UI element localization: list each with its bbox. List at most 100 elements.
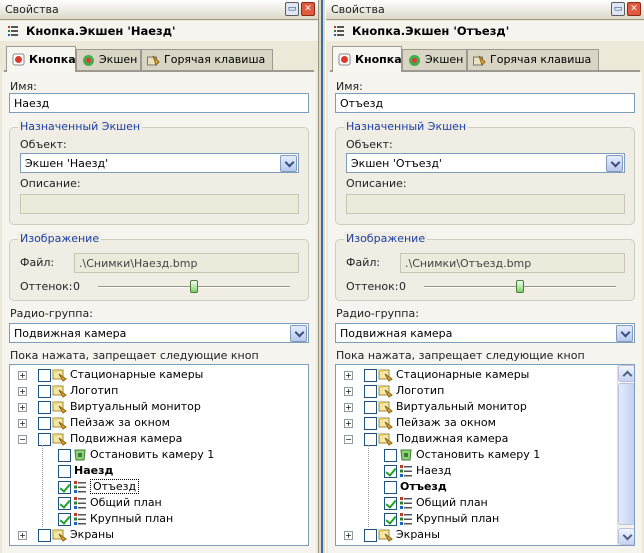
tree-item-checkbox[interactable] xyxy=(364,369,377,382)
tree-item-checkbox[interactable] xyxy=(364,433,377,446)
tree-item[interactable]: + Виртуальный монитор xyxy=(10,399,308,415)
tree-item-checkbox[interactable] xyxy=(38,385,51,398)
tree-item[interactable]: − Подвижная камера xyxy=(336,431,634,447)
pin-icon[interactable]: ▭ xyxy=(611,2,625,16)
expand-icon[interactable]: + xyxy=(344,387,353,396)
tree-item[interactable]: Остановить камеру 1 xyxy=(10,447,308,463)
radio-group-select[interactable]: Подвижная камера xyxy=(335,323,635,343)
tree-item-checkbox[interactable] xyxy=(384,497,397,510)
chevron-down-icon[interactable] xyxy=(280,155,297,172)
tree-item[interactable]: + Экраны xyxy=(10,527,308,543)
name-input[interactable]: Наезд xyxy=(9,93,309,113)
tree-item[interactable]: Крупный план xyxy=(336,511,634,527)
tree-item[interactable]: + Виртуальный монитор xyxy=(336,399,634,415)
tint-slider-thumb[interactable] xyxy=(516,280,524,293)
list-icon xyxy=(72,512,88,526)
tree-item[interactable]: Общий план xyxy=(336,495,634,511)
tab-hotkey-label: Горячая клавиша xyxy=(164,53,266,66)
expand-icon[interactable]: + xyxy=(18,371,27,380)
expand-icon[interactable]: + xyxy=(18,387,27,396)
tint-label: Оттенок: xyxy=(346,280,399,293)
tree-item-checkbox[interactable] xyxy=(38,529,51,542)
scroll-up-icon[interactable] xyxy=(618,365,634,382)
object-select[interactable]: Экшен 'Отъезд' xyxy=(346,153,625,173)
tree-item-checkbox[interactable] xyxy=(38,401,51,414)
tree-item-checkbox[interactable] xyxy=(38,417,51,430)
pin-icon[interactable]: ▭ xyxy=(285,2,299,16)
tab-action[interactable]: Экшен xyxy=(76,49,141,71)
tree-item-checkbox[interactable] xyxy=(384,513,397,526)
tint-slider-thumb[interactable] xyxy=(190,280,198,293)
tree-item[interactable]: Отъезд xyxy=(336,479,634,495)
expand-icon[interactable]: + xyxy=(18,403,27,412)
name-input[interactable]: Отъезд xyxy=(335,93,635,113)
tree-item[interactable]: + Экраны xyxy=(336,527,634,543)
tree-item[interactable]: − Подвижная камера xyxy=(10,431,308,447)
chevron-down-icon[interactable] xyxy=(616,325,633,342)
tab-action[interactable]: Экшен xyxy=(402,49,467,71)
expand-icon[interactable]: + xyxy=(344,403,353,412)
tree-item[interactable]: + Логотип xyxy=(10,383,308,399)
tree-item[interactable]: + Стационарные камеры xyxy=(10,367,308,383)
tree-item[interactable]: Отъезд xyxy=(10,479,308,495)
pane-splitter[interactable] xyxy=(318,0,326,553)
tree-item-checkbox[interactable] xyxy=(364,401,377,414)
tree-item-checkbox[interactable] xyxy=(38,433,51,446)
tree-item[interactable]: Общий план xyxy=(10,495,308,511)
scroll-thumb[interactable] xyxy=(618,383,634,525)
tree-item-checkbox[interactable] xyxy=(364,417,377,430)
expand-icon[interactable]: + xyxy=(344,371,353,380)
collapse-icon[interactable]: − xyxy=(18,435,27,444)
close-icon[interactable]: ✕ xyxy=(627,2,641,16)
tree-item-checkbox[interactable] xyxy=(364,529,377,542)
expand-icon[interactable]: + xyxy=(344,531,353,540)
tree-item-checkbox[interactable] xyxy=(58,465,71,478)
forbidden-buttons-tree[interactable]: + Стационарные камеры + Логотип + Виртуальный… xyxy=(9,364,309,546)
tree-item-label: Виртуальный монитор xyxy=(396,400,527,413)
tab-button[interactable]: Кнопка xyxy=(6,46,76,72)
tree-item-checkbox[interactable] xyxy=(384,465,397,478)
tree-item-checkbox[interactable] xyxy=(364,385,377,398)
tab-hotkey[interactable]: Горячая клавиша xyxy=(467,49,599,71)
tab-button[interactable]: Кнопка xyxy=(332,46,402,72)
folder-camera-icon xyxy=(378,432,394,446)
properties-list-icon xyxy=(8,26,18,36)
object-select[interactable]: Экшен 'Наезд' xyxy=(20,153,299,173)
object-select-value: Экшен 'Наезд' xyxy=(25,157,109,170)
tree-item-label: Наезд xyxy=(74,464,114,477)
properties-pane-right: Свойства ▭ ✕ Кнопка.Экшен 'Отъезд' Кнопк… xyxy=(326,0,644,553)
expand-icon[interactable]: + xyxy=(18,419,27,428)
scroll-down-icon[interactable] xyxy=(618,528,634,545)
tree-item[interactable]: Крупный план xyxy=(10,511,308,527)
chevron-down-icon[interactable] xyxy=(290,325,307,342)
tree-guide-line xyxy=(42,445,43,527)
object-header: Кнопка.Экшен 'Отъезд' xyxy=(326,21,644,41)
radio-group-select[interactable]: Подвижная камера xyxy=(9,323,309,343)
tree-scrollbar[interactable] xyxy=(617,365,634,545)
tree-item[interactable]: + Стационарные камеры xyxy=(336,367,634,383)
tree-item-label: Крупный план xyxy=(416,512,500,525)
expand-icon[interactable]: + xyxy=(344,419,353,428)
tree-item[interactable]: Наезд xyxy=(10,463,308,479)
tree-item-checkbox[interactable] xyxy=(58,481,71,494)
collapse-icon[interactable]: − xyxy=(344,435,353,444)
chevron-down-icon[interactable] xyxy=(606,155,623,172)
tree-item-label: Пейзаж за окном xyxy=(70,416,170,429)
tree-item-checkbox[interactable] xyxy=(58,513,71,526)
close-icon[interactable]: ✕ xyxy=(301,2,315,16)
expand-icon[interactable]: + xyxy=(18,531,27,540)
forbidden-buttons-tree[interactable]: + Стационарные камеры + Логотип + Виртуальный… xyxy=(335,364,635,546)
tree-item[interactable]: + Пейзаж за окном xyxy=(336,415,634,431)
tree-item[interactable]: Наезд xyxy=(336,463,634,479)
tree-item-checkbox[interactable] xyxy=(384,449,397,462)
file-path-field[interactable]: .\Снимки\Отъезд.bmp xyxy=(400,253,625,273)
tree-item-checkbox[interactable] xyxy=(58,497,71,510)
tree-item[interactable]: + Логотип xyxy=(336,383,634,399)
tree-item-checkbox[interactable] xyxy=(384,481,397,494)
file-path-field[interactable]: .\Снимки\Наезд.bmp xyxy=(74,253,299,273)
tree-item-checkbox[interactable] xyxy=(58,449,71,462)
tab-hotkey[interactable]: Горячая клавиша xyxy=(141,49,273,71)
tree-item-checkbox[interactable] xyxy=(38,369,51,382)
tree-item[interactable]: + Пейзаж за окном xyxy=(10,415,308,431)
tree-item[interactable]: Остановить камеру 1 xyxy=(336,447,634,463)
